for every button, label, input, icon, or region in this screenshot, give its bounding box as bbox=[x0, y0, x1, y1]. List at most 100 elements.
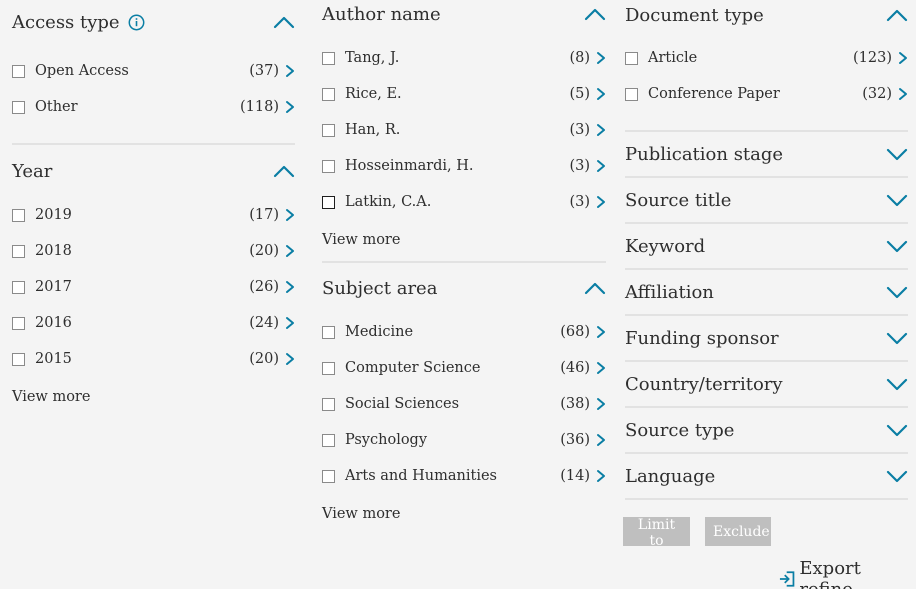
checkbox[interactable] bbox=[12, 280, 25, 294]
checkbox[interactable] bbox=[322, 397, 335, 411]
chevron-up-icon[interactable] bbox=[886, 8, 908, 22]
chevron-right-icon[interactable] bbox=[285, 100, 295, 114]
chevron-up-icon[interactable] bbox=[273, 164, 295, 178]
info-icon[interactable] bbox=[128, 14, 145, 31]
source-title-header[interactable]: Source title bbox=[625, 178, 908, 224]
chevron-right-icon[interactable] bbox=[285, 208, 295, 222]
checkbox[interactable] bbox=[12, 64, 25, 78]
funding-sponsor-header[interactable]: Funding sponsor bbox=[625, 316, 908, 362]
item-count: (38) bbox=[560, 396, 590, 412]
exclude-button[interactable]: Exclude bbox=[705, 517, 771, 546]
chevron-up-icon[interactable] bbox=[584, 281, 606, 295]
author-item[interactable]: Tang, J. (8) bbox=[322, 40, 606, 76]
checkbox[interactable] bbox=[625, 51, 638, 65]
chevron-up-icon[interactable] bbox=[584, 7, 606, 21]
author-item[interactable]: Latkin, C.A. (3) bbox=[322, 184, 606, 220]
subject-item[interactable]: Computer Science (46) bbox=[322, 350, 606, 386]
year-item[interactable]: 2017 (26) bbox=[12, 269, 295, 305]
chevron-right-icon[interactable] bbox=[596, 469, 606, 483]
year-item[interactable]: 2019 (17) bbox=[12, 197, 295, 233]
year-header[interactable]: Year bbox=[12, 159, 295, 183]
access-type-item[interactable]: Open Access (37) bbox=[12, 53, 295, 89]
author-item[interactable]: Rice, E. (5) bbox=[322, 76, 606, 112]
checkbox[interactable] bbox=[625, 87, 638, 101]
access-type-header[interactable]: Access type bbox=[12, 10, 295, 34]
author-item[interactable]: Han, R. (3) bbox=[322, 112, 606, 148]
chevron-right-icon[interactable] bbox=[596, 51, 606, 65]
chevron-down-icon[interactable] bbox=[886, 193, 908, 207]
chevron-right-icon[interactable] bbox=[285, 352, 295, 366]
chevron-right-icon[interactable] bbox=[596, 325, 606, 339]
checkbox[interactable] bbox=[322, 51, 335, 65]
author-view-more-link[interactable]: View more bbox=[322, 232, 606, 248]
publication-stage-header[interactable]: Publication stage bbox=[625, 132, 908, 178]
checkbox[interactable] bbox=[12, 316, 25, 330]
document-type-header[interactable]: Document type bbox=[625, 3, 908, 27]
item-label: Medicine bbox=[345, 324, 414, 340]
subject-view-more-link[interactable]: View more bbox=[322, 506, 606, 522]
chevron-right-icon[interactable] bbox=[285, 244, 295, 258]
limit-to-button[interactable]: Limit to bbox=[623, 517, 690, 549]
chevron-right-icon[interactable] bbox=[285, 316, 295, 330]
chevron-right-icon[interactable] bbox=[596, 159, 606, 173]
checkbox[interactable] bbox=[322, 361, 335, 375]
author-item[interactable]: Hosseinmardi, H. (3) bbox=[322, 148, 606, 184]
chevron-down-icon[interactable] bbox=[886, 469, 908, 483]
year-item[interactable]: 2015 (20) bbox=[12, 341, 295, 377]
chevron-right-icon[interactable] bbox=[596, 87, 606, 101]
checkbox[interactable] bbox=[12, 100, 25, 114]
keyword-header[interactable]: Keyword bbox=[625, 224, 908, 270]
subject-item[interactable]: Social Sciences (38) bbox=[322, 386, 606, 422]
document-type-item[interactable]: Article (123) bbox=[625, 40, 908, 76]
language-header[interactable]: Language bbox=[625, 454, 908, 500]
author-name-header[interactable]: Author name bbox=[322, 2, 606, 26]
item-count: (68) bbox=[560, 324, 590, 340]
chevron-right-icon[interactable] bbox=[596, 397, 606, 411]
subject-area-header[interactable]: Subject area bbox=[322, 276, 606, 300]
year-item[interactable]: 2016 (24) bbox=[12, 305, 295, 341]
subject-item[interactable]: Medicine (68) bbox=[322, 314, 606, 350]
source-type-header[interactable]: Source type bbox=[625, 408, 908, 454]
year-view-more-link[interactable]: View more bbox=[12, 389, 295, 405]
affiliation-header[interactable]: Affiliation bbox=[625, 270, 908, 316]
item-label: 2017 bbox=[35, 279, 72, 295]
document-type-item[interactable]: Conference Paper (32) bbox=[625, 76, 908, 112]
subject-item[interactable]: Psychology (36) bbox=[322, 422, 606, 458]
checkbox[interactable] bbox=[322, 123, 335, 137]
item-count: (118) bbox=[240, 99, 279, 115]
checkbox[interactable] bbox=[12, 352, 25, 366]
chevron-down-icon[interactable] bbox=[886, 285, 908, 299]
country-territory-header[interactable]: Country/territory bbox=[625, 362, 908, 408]
chevron-up-icon[interactable] bbox=[273, 15, 295, 29]
subject-area-list: Medicine (68) Computer Science (46) Soci… bbox=[322, 314, 606, 494]
checkbox[interactable] bbox=[12, 208, 25, 222]
checkbox[interactable] bbox=[322, 195, 335, 209]
subject-item[interactable]: Arts and Humanities (14) bbox=[322, 458, 606, 494]
item-count: (3) bbox=[569, 158, 590, 174]
chevron-down-icon[interactable] bbox=[886, 239, 908, 253]
item-count: (3) bbox=[569, 194, 590, 210]
chevron-right-icon[interactable] bbox=[898, 51, 908, 65]
checkbox[interactable] bbox=[322, 159, 335, 173]
checkbox[interactable] bbox=[12, 244, 25, 258]
checkbox[interactable] bbox=[322, 469, 335, 483]
checkbox[interactable] bbox=[322, 87, 335, 101]
checkbox[interactable] bbox=[322, 433, 335, 447]
chevron-right-icon[interactable] bbox=[596, 433, 606, 447]
chevron-right-icon[interactable] bbox=[285, 280, 295, 294]
chevron-right-icon[interactable] bbox=[596, 195, 606, 209]
checkbox[interactable] bbox=[322, 325, 335, 339]
section-title: Source title bbox=[625, 189, 732, 211]
chevron-right-icon[interactable] bbox=[596, 361, 606, 375]
export-refine-link[interactable]: Export refine bbox=[778, 558, 916, 589]
year-item[interactable]: 2018 (20) bbox=[12, 233, 295, 269]
chevron-right-icon[interactable] bbox=[285, 64, 295, 78]
chevron-down-icon[interactable] bbox=[886, 377, 908, 391]
chevron-down-icon[interactable] bbox=[886, 147, 908, 161]
chevron-down-icon[interactable] bbox=[886, 331, 908, 345]
chevron-right-icon[interactable] bbox=[596, 123, 606, 137]
chevron-down-icon[interactable] bbox=[886, 423, 908, 437]
access-type-item[interactable]: Other (118) bbox=[12, 89, 295, 125]
chevron-right-icon[interactable] bbox=[898, 87, 908, 101]
item-count: (14) bbox=[560, 468, 590, 484]
